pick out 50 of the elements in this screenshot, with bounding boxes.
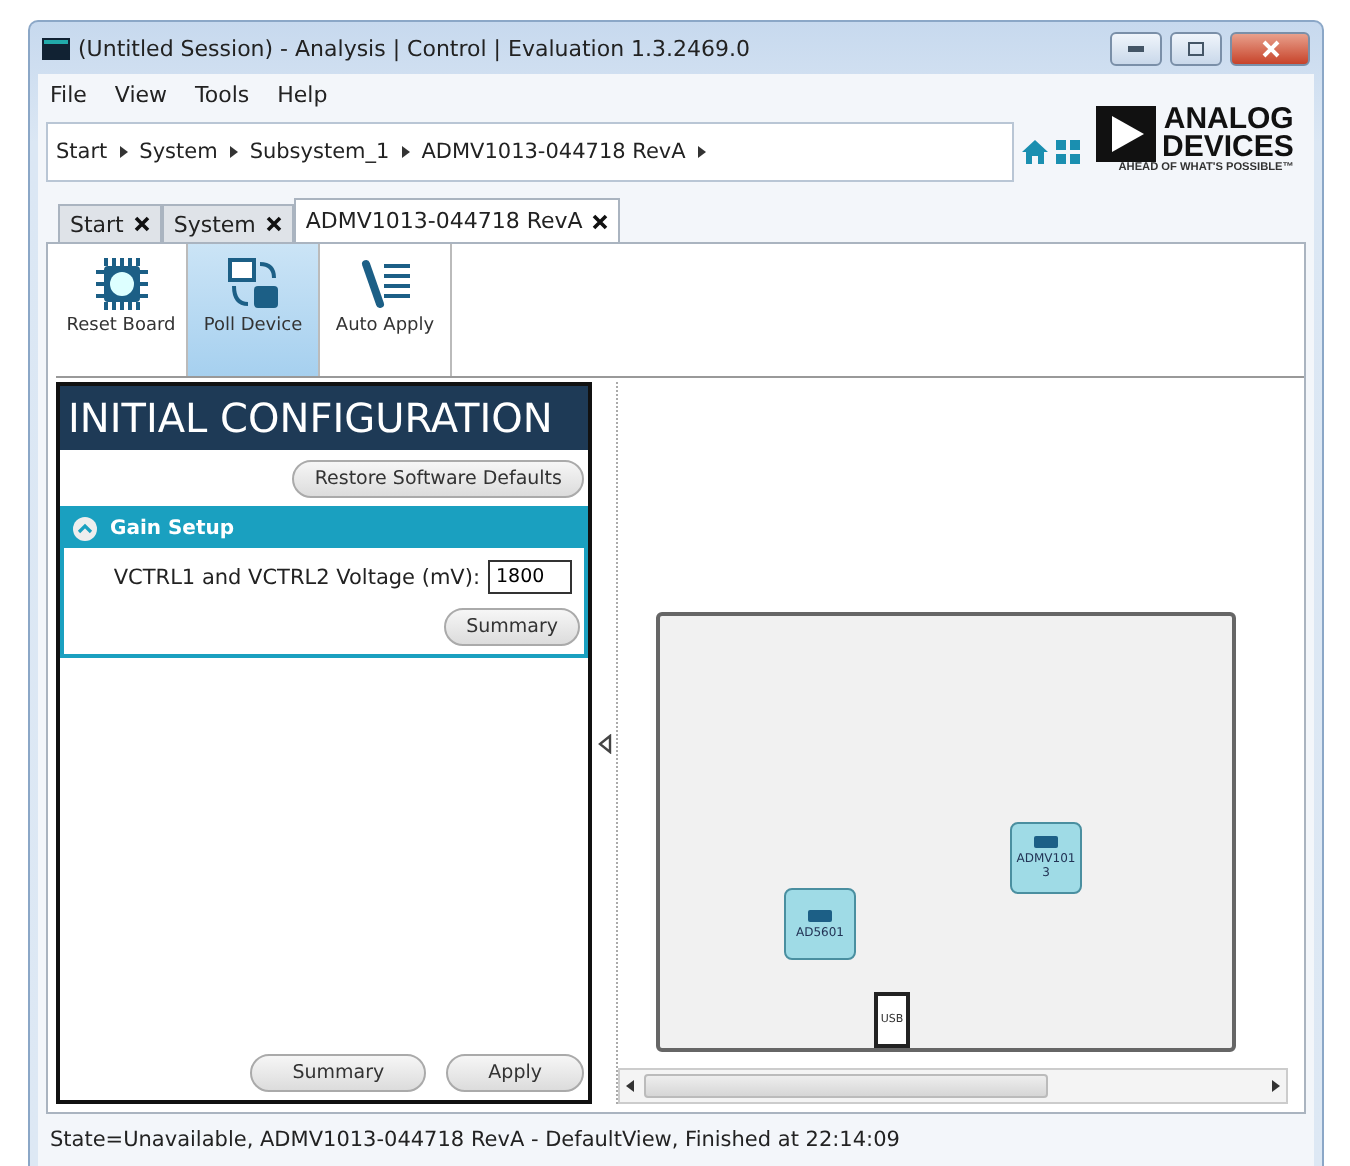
chip-logo-icon bbox=[1034, 836, 1058, 848]
collapse-icon[interactable] bbox=[72, 516, 98, 542]
minimize-icon bbox=[1128, 45, 1144, 51]
tab[interactable]: ADMV1013-044718 RevA bbox=[293, 198, 621, 242]
menu-item[interactable]: Tools bbox=[195, 81, 250, 107]
separator-icon bbox=[401, 146, 410, 158]
chip-icon bbox=[93, 256, 149, 312]
chip-logo-icon bbox=[808, 909, 832, 921]
tab[interactable]: Start bbox=[58, 204, 162, 242]
separator-icon bbox=[229, 146, 238, 158]
close-icon[interactable] bbox=[592, 213, 609, 229]
close-icon[interactable] bbox=[265, 216, 282, 232]
section-title: Gain Setup bbox=[110, 518, 235, 540]
maximize-button[interactable] bbox=[1170, 31, 1222, 65]
field-label: VCTRL1 and VCTRL2 Voltage (mV): bbox=[113, 565, 480, 589]
breadcrumb-item[interactable]: System bbox=[139, 140, 218, 164]
grid-icon[interactable] bbox=[1056, 140, 1080, 164]
maximize-icon bbox=[1188, 41, 1204, 55]
menu-item[interactable]: File bbox=[50, 81, 87, 107]
toolbar-button[interactable]: Poll Device bbox=[188, 244, 320, 376]
logo-name: ANALOG DEVICES bbox=[1162, 106, 1294, 162]
voltage-input[interactable]: 1800 bbox=[488, 560, 572, 594]
home-icon[interactable] bbox=[1022, 140, 1048, 164]
restore-defaults-button[interactable]: Restore Software Defaults bbox=[292, 460, 584, 498]
breadcrumb-item[interactable]: Subsystem_1 bbox=[249, 140, 390, 164]
device-sync-icon bbox=[225, 256, 281, 312]
scroll-thumb[interactable] bbox=[644, 1074, 1048, 1098]
breadcrumb-item[interactable]: Start bbox=[56, 140, 108, 164]
window-title: (Untitled Session) - Analysis | Control | Evaluation 1.3.2469.0 bbox=[78, 35, 753, 61]
panel-title: INITIAL CONFIGURATION bbox=[60, 386, 588, 450]
close-icon[interactable] bbox=[133, 216, 150, 232]
status-text: State=Unavailable, ADMV1013-044718 RevA - DefaultView, Finished at 22:14:09 bbox=[48, 1126, 902, 1156]
horizontal-scrollbar[interactable] bbox=[618, 1068, 1288, 1104]
minimize-button[interactable] bbox=[1110, 31, 1162, 65]
breadcrumb-item[interactable]: ADMV1013-044718 RevA bbox=[421, 140, 686, 164]
collapse-arrow-icon[interactable] bbox=[597, 733, 611, 753]
panel-button[interactable]: Summary bbox=[250, 1054, 427, 1092]
close-icon bbox=[1261, 39, 1279, 57]
panel-button[interactable]: Apply bbox=[446, 1054, 584, 1092]
logo-icon bbox=[1096, 106, 1156, 162]
summary-button[interactable]: Summary bbox=[444, 608, 580, 646]
wand-list-icon bbox=[357, 256, 413, 312]
separator-icon bbox=[119, 146, 128, 158]
app-icon bbox=[42, 37, 70, 59]
menu-item[interactable]: View bbox=[114, 81, 168, 107]
breadcrumb-bar[interactable]: Start System Subsystem_1 ADMV1013-044718 RevA bbox=[46, 122, 1014, 182]
close-button[interactable] bbox=[1230, 31, 1310, 65]
separator-icon bbox=[697, 146, 706, 158]
tab[interactable]: System bbox=[161, 204, 294, 242]
menu-item[interactable]: Help bbox=[277, 81, 328, 107]
